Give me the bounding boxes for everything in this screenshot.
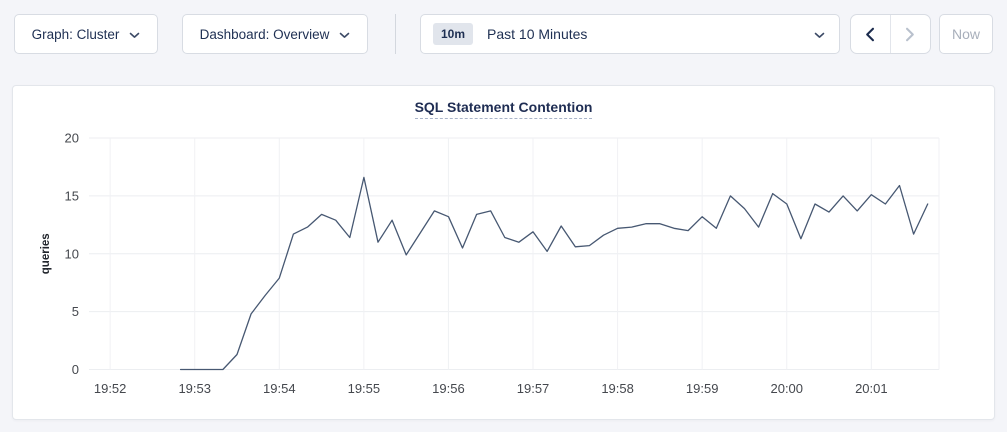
svg-text:19:53: 19:53	[178, 381, 211, 396]
time-window-badge: 10m	[433, 23, 473, 45]
graph-dropdown-label: Graph: Cluster	[32, 27, 120, 42]
graph-dropdown[interactable]: Graph: Cluster	[14, 14, 158, 54]
svg-text:10: 10	[65, 246, 79, 261]
chevron-right-icon	[905, 27, 915, 42]
line-chart-svg: 0 5 10 15 20 19:52 19:53 19:54 19:55 19:56 19:57 19…	[13, 86, 996, 421]
chart-title[interactable]: SQL Statement Contention	[415, 99, 593, 119]
previous-time-window-button[interactable]	[851, 15, 891, 53]
time-range-dropdown[interactable]: 10m Past 10 Minutes	[420, 14, 840, 54]
chart-title-row: SQL Statement Contention	[13, 99, 994, 119]
now-button[interactable]: Now	[939, 14, 993, 54]
chevron-left-icon	[865, 27, 875, 42]
chevron-down-icon	[814, 32, 825, 39]
svg-text:19:57: 19:57	[517, 381, 550, 396]
dashboard-dropdown-label: Dashboard: Overview	[200, 27, 330, 42]
svg-text:19:52: 19:52	[94, 381, 127, 396]
chevron-down-icon	[339, 32, 350, 39]
chart-panel: 0 5 10 15 20 19:52 19:53 19:54 19:55 19:56 19:57 19…	[12, 85, 995, 420]
svg-text:queries: queries	[40, 233, 52, 274]
svg-text:15: 15	[65, 188, 79, 203]
time-step-buttons	[850, 14, 931, 54]
svg-text:20:01: 20:01	[855, 381, 888, 396]
svg-text:19:55: 19:55	[348, 381, 381, 396]
svg-text:19:59: 19:59	[686, 381, 719, 396]
svg-text:5: 5	[72, 304, 79, 319]
time-range-label: Past 10 Minutes	[487, 26, 814, 42]
svg-text:19:58: 19:58	[601, 381, 634, 396]
toolbar: Graph: Cluster Dashboard: Overview 10m P…	[0, 0, 1007, 70]
svg-text:0: 0	[72, 362, 79, 377]
toolbar-divider	[395, 14, 396, 54]
svg-text:19:54: 19:54	[263, 381, 296, 396]
next-time-window-button[interactable]	[891, 15, 931, 53]
sql-contention-chart-plot[interactable]: 0 5 10 15 20 19:52 19:53 19:54 19:55 19:56 19:57 19…	[13, 86, 994, 419]
dashboard-dropdown[interactable]: Dashboard: Overview	[182, 14, 368, 54]
svg-text:20: 20	[65, 131, 79, 146]
svg-text:20:00: 20:00	[770, 381, 803, 396]
now-button-label: Now	[952, 26, 980, 42]
chevron-down-icon	[129, 32, 140, 39]
svg-text:19:56: 19:56	[432, 381, 465, 396]
